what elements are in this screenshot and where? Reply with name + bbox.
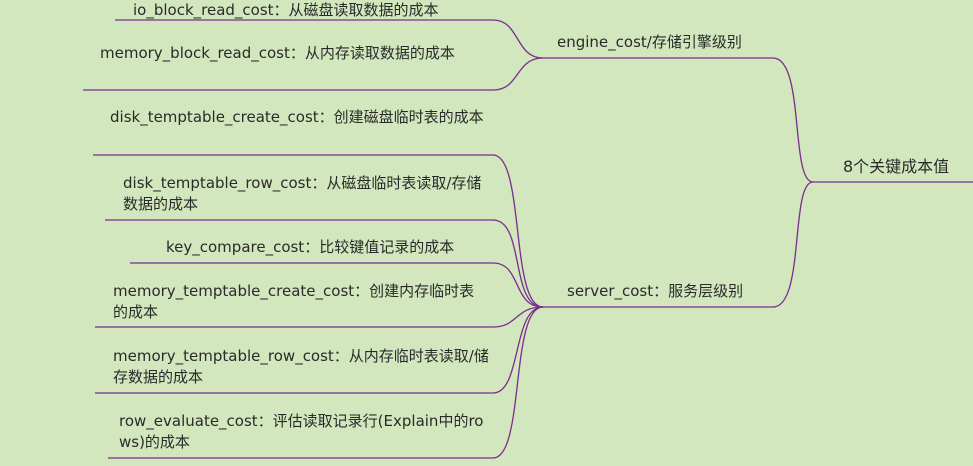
mindmap-canvas: 8个关键成本值 engine_cost/存储引擎级别 server_cost：服… [0, 0, 973, 466]
leaf-memory-temptable-create-cost: memory_temptable_create_cost：创建内存临时表的成本 [113, 282, 475, 321]
leaf-memory-block-read-cost: memory_block_read_cost：从内存读取数据的成本 [100, 44, 455, 62]
leaf-disk-temptable-row-cost: disk_temptable_row_cost：从磁盘临时表读取/存储数据的成本 [123, 174, 482, 213]
branch-engine-cost-label: engine_cost/存储引擎级别 [557, 33, 742, 51]
edge-root-engine [772, 57, 814, 183]
edge-engine-leaf-1 [492, 19, 544, 59]
branch-server-cost-label: server_cost：服务层级别 [567, 282, 744, 300]
mindmap-edges [83, 19, 973, 459]
leaf-key-compare-cost: key_compare_cost：比较键值记录的成本 [166, 238, 455, 256]
root-node-label: 8个关键成本值 [843, 157, 950, 176]
edge-server-leaf-1 [492, 154, 544, 308]
leaf-memory-temptable-row-cost: memory_temptable_row_cost：从内存临时表读取/储存数据的… [113, 347, 489, 386]
edge-server-leaf-6 [492, 306, 544, 459]
edge-engine-leaf-2 [492, 57, 544, 91]
edge-server-leaf-3 [492, 262, 544, 308]
leaf-disk-temptable-create-cost: disk_temptable_create_cost：创建磁盘临时表的成本 [110, 108, 484, 126]
edge-root-server [772, 181, 814, 308]
leaf-row-evaluate-cost: row_evaluate_cost：评估读取记录行(Explain中的rows)… [119, 412, 484, 451]
leaf-io-block-read-cost: io_block_read_cost：从磁盘读取数据的成本 [133, 1, 439, 19]
